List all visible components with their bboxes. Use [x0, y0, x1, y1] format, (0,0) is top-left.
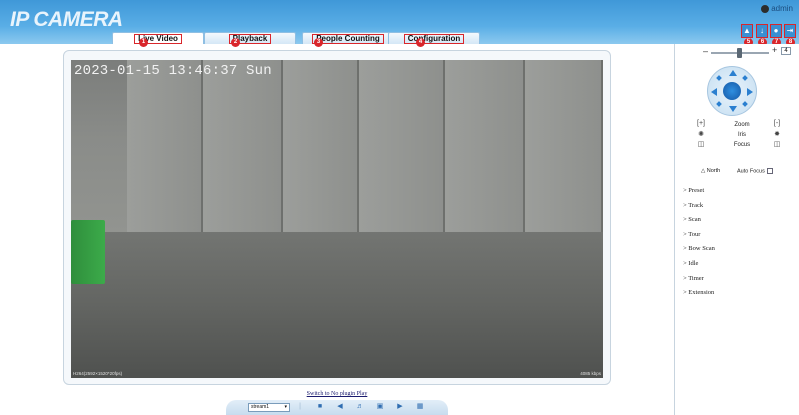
lens-zoom-row: [+] Zoom [-]: [695, 120, 795, 130]
ptz-down-left-icon[interactable]: [716, 101, 722, 107]
lens-focus-row: ◫ Focus ◫: [695, 140, 795, 150]
username: admin: [771, 4, 793, 13]
alarm-icon[interactable]: ▲: [741, 24, 753, 38]
scene-green-bin: [71, 220, 105, 284]
scene-floor: [71, 232, 603, 378]
auto-focus-toggle[interactable]: Auto Focus: [737, 168, 773, 174]
menu-item-idle[interactable]: > Idle: [683, 257, 793, 272]
tab-live-video[interactable]: Live Video: [112, 32, 204, 44]
tab-badge: 2: [231, 38, 240, 47]
menu-label: Idle: [688, 259, 699, 267]
tab-playback[interactable]: Playback: [204, 32, 296, 44]
chevron-down-icon: ▾: [284, 404, 287, 410]
menu-item-bow-scan[interactable]: > Bow Scan: [683, 242, 793, 257]
menu-label: Timer: [688, 274, 704, 282]
menu-item-preset[interactable]: > Preset: [683, 184, 793, 199]
lens-iris-label: Iris: [738, 132, 746, 138]
auto-focus-checkbox[interactable]: [766, 168, 773, 174]
iris-open-icon[interactable]: ✺: [695, 130, 707, 138]
download-icon[interactable]: ↓: [756, 24, 768, 38]
tab-configuration[interactable]: Configuration: [388, 32, 480, 44]
scene-cabinet: [525, 60, 603, 232]
menu-item-track[interactable]: > Track: [683, 199, 793, 214]
ptz-function-menu: > Preset > Track > Scan > Tour > Bow Sca…: [683, 184, 793, 301]
focus-far-icon[interactable]: ◫: [771, 140, 783, 148]
scene-cabinet: [359, 60, 445, 232]
header-bar: IP CAMERA Live Video Playback People Cou…: [0, 0, 799, 47]
auto-focus-label: Auto Focus: [737, 168, 765, 175]
ptz-up-icon[interactable]: [729, 70, 737, 76]
snapshot-icon[interactable]: ▣: [376, 403, 384, 411]
tab-label: Configuration: [403, 34, 465, 44]
ptz-up-right-icon[interactable]: [742, 75, 748, 81]
zoom-in-icon[interactable]: [+]: [695, 120, 707, 127]
live-video-view[interactable]: 2023-01-15 13:46:37 Sun H264(2592×1520*2…: [71, 60, 603, 378]
scene-cabinet: [127, 60, 203, 232]
stream-select-value: stream1: [251, 404, 270, 410]
ptz-panel: – + 4 [+] Zoom [-] ✺ Iris ✸ ◫ Focus ◫ △ …: [674, 44, 799, 415]
ptz-up-left-icon[interactable]: [716, 75, 722, 81]
menu-label: Tour: [688, 230, 701, 238]
menu-label: Extension: [688, 289, 715, 297]
zoom-minus-icon[interactable]: –: [703, 46, 708, 56]
switch-no-plugin-link[interactable]: Switch to No plugin Play: [0, 391, 674, 397]
user-icon[interactable]: ●: [770, 24, 782, 38]
menu-item-timer[interactable]: > Timer: [683, 272, 793, 287]
zoom-out-icon[interactable]: [-]: [771, 120, 783, 127]
ptz-center-button[interactable]: [723, 82, 741, 100]
user-info[interactable]: admin: [761, 4, 793, 13]
tab-badge: 3: [314, 38, 323, 47]
zoom-value[interactable]: 4: [781, 47, 791, 55]
record-icon[interactable]: ▶: [396, 403, 404, 411]
zoom-plus-icon[interactable]: +: [772, 45, 777, 55]
app-window: IP CAMERA Live Video Playback People Cou…: [0, 0, 799, 415]
logout-icon[interactable]: ⇥: [784, 24, 796, 38]
menu-label: Scan: [688, 216, 701, 224]
main-tabs: Live Video Playback People Counting Conf…: [112, 32, 484, 44]
focus-near-icon[interactable]: ◫: [695, 140, 707, 148]
menu-label: Bow Scan: [688, 245, 715, 253]
fullscreen-icon[interactable]: ▦: [416, 403, 424, 411]
logo: IP CAMERA: [10, 8, 123, 31]
separator: |: [299, 403, 301, 410]
stop-icon[interactable]: ■: [316, 403, 324, 411]
scene-cabinet: [283, 60, 359, 232]
north-label: North: [706, 168, 721, 174]
tab-badge: 4: [416, 38, 425, 47]
ptz-right-icon[interactable]: [747, 88, 753, 96]
menu-item-tour[interactable]: > Tour: [683, 228, 793, 243]
menu-item-scan[interactable]: > Scan: [683, 213, 793, 228]
stream-info: H264(2592×1520*20fps): [73, 371, 123, 376]
ptz-left-icon[interactable]: [711, 88, 717, 96]
user-avatar-icon: [761, 4, 770, 13]
zoom-slider-knob[interactable]: [737, 48, 742, 58]
stream-select[interactable]: stream1 ▾: [248, 403, 290, 412]
menu-item-extension[interactable]: > Extension: [683, 286, 793, 301]
tab-badge: 1: [139, 38, 148, 47]
lens-iris-row: ✺ Iris ✸: [695, 130, 795, 140]
osd-timestamp: 2023-01-15 13:46:37 Sun: [74, 63, 272, 79]
ptz-down-icon[interactable]: [729, 106, 737, 112]
lens-focus-label: Focus: [733, 142, 751, 148]
menu-label: Preset: [688, 187, 705, 194]
menu-label: Track: [688, 201, 704, 209]
bitrate: 4085 kbps: [580, 371, 601, 376]
scene-cabinet: [203, 60, 283, 232]
ptz-direction-pad: [707, 66, 757, 116]
ptz-down-right-icon[interactable]: [742, 101, 748, 107]
player-toolbar: stream1 ▾ | ■ ◀ ♬ ▣ ▶ ▦: [226, 400, 448, 415]
lens-zoom-label: Zoom: [734, 122, 750, 128]
iris-close-icon[interactable]: ✸: [771, 130, 783, 138]
audio-icon[interactable]: ◀: [336, 403, 344, 411]
north-button[interactable]: △ North: [701, 168, 720, 174]
talk-icon[interactable]: ♬: [356, 403, 364, 411]
north-icon: △: [701, 168, 706, 174]
scene-cabinet: [445, 60, 525, 232]
